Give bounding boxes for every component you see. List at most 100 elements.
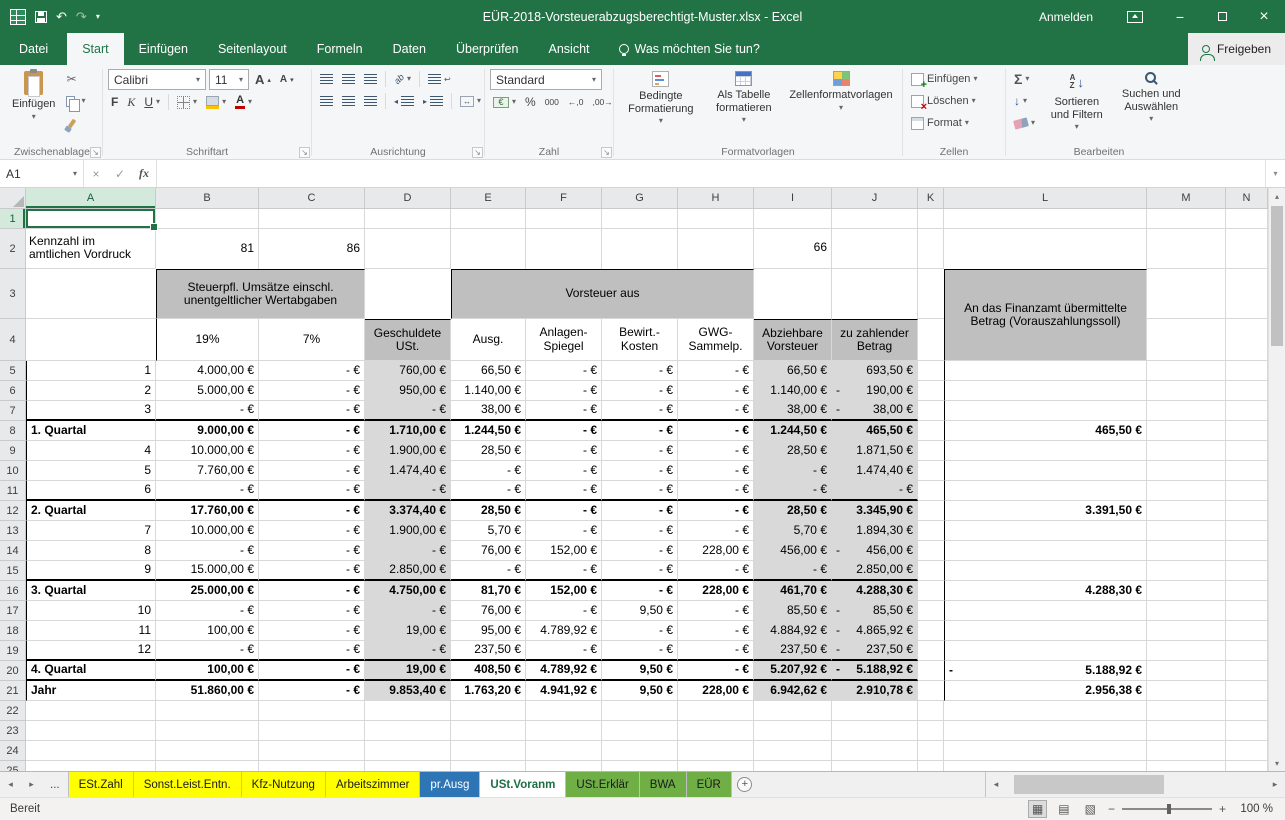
redo-icon[interactable]: ↷	[76, 10, 87, 23]
cell-M6[interactable]	[1147, 381, 1226, 401]
zoom-slider[interactable]	[1122, 808, 1212, 810]
row-header-16[interactable]: 16	[0, 581, 26, 601]
ribbon-tab-daten[interactable]: Daten	[378, 33, 441, 65]
row-header-8[interactable]: 8	[0, 421, 26, 441]
selected-cell-A1[interactable]	[26, 209, 156, 229]
customize-quick-access-icon[interactable]: ▾	[96, 10, 100, 23]
cell-L5[interactable]	[944, 361, 1147, 381]
cell-G12[interactable]: - €	[602, 501, 678, 521]
cell-H18[interactable]: - €	[678, 621, 754, 641]
cell-N2[interactable]	[1226, 229, 1268, 269]
cell-I11[interactable]: - €	[754, 481, 832, 501]
ribbon-tab-überprüfen[interactable]: Überprüfen	[441, 33, 534, 65]
cell-M5[interactable]	[1147, 361, 1226, 381]
cell-E11[interactable]: - €	[451, 481, 526, 501]
cell-B6[interactable]: 5.000,00 €	[156, 381, 259, 401]
row-header-23[interactable]: 23	[0, 721, 26, 741]
row-header-1[interactable]: 1	[0, 209, 26, 229]
cell-H5[interactable]: - €	[678, 361, 754, 381]
row-header-3[interactable]: 3	[0, 269, 26, 319]
cell-K4[interactable]	[918, 319, 944, 361]
column-header-H[interactable]: H	[678, 188, 754, 209]
cell-N22[interactable]	[1226, 701, 1268, 721]
cell-B5[interactable]: 4.000,00 €	[156, 361, 259, 381]
cell-D5[interactable]: 760,00 €	[365, 361, 451, 381]
cell-G20[interactable]: 9,50 €	[602, 661, 678, 681]
cell-D17[interactable]: - €	[365, 601, 451, 621]
insert-function-icon[interactable]: fx	[132, 160, 156, 187]
cell-C23[interactable]	[259, 721, 365, 741]
cell-L18[interactable]	[944, 621, 1147, 641]
row-header-7[interactable]: 7	[0, 401, 26, 421]
column-header-L[interactable]: L	[944, 188, 1147, 209]
cell-N10[interactable]	[1226, 461, 1268, 481]
cell-M10[interactable]	[1147, 461, 1226, 481]
cell-K16[interactable]	[918, 581, 944, 601]
cell-B22[interactable]	[156, 701, 259, 721]
cell-K19[interactable]	[918, 641, 944, 661]
cell-L2[interactable]	[944, 229, 1147, 269]
cell-D19[interactable]: - €	[365, 641, 451, 661]
cell-H20[interactable]: - €	[678, 661, 754, 681]
cell-H6[interactable]: - €	[678, 381, 754, 401]
cell-M19[interactable]	[1147, 641, 1226, 661]
cell-L3[interactable]: An das Finanzamt übermittelte Betrag (Vo…	[944, 269, 1147, 361]
cell-G10[interactable]: - €	[602, 461, 678, 481]
cell-H2[interactable]	[678, 229, 754, 269]
cell-B4[interactable]: 19%	[156, 319, 259, 361]
cell-C14[interactable]: - €	[259, 541, 365, 561]
cell-B25[interactable]	[156, 761, 259, 771]
cell-E7[interactable]: 38,00 €	[451, 401, 526, 421]
cell-K18[interactable]	[918, 621, 944, 641]
cell-J9[interactable]: 1.871,50 €	[832, 441, 918, 461]
cell-E8[interactable]: 1.244,50 €	[451, 421, 526, 441]
cell-N11[interactable]	[1226, 481, 1268, 501]
dialog-launcher-icon[interactable]: ↘	[299, 147, 310, 158]
cell-D10[interactable]: 1.474,40 €	[365, 461, 451, 481]
cell-K22[interactable]	[918, 701, 944, 721]
font-size-select[interactable]: 11▾	[209, 69, 249, 90]
cell-D1[interactable]	[365, 209, 451, 229]
column-header-N[interactable]: N	[1226, 188, 1268, 209]
cell-M9[interactable]	[1147, 441, 1226, 461]
cell-A19[interactable]: 12	[26, 641, 156, 661]
column-header-J[interactable]: J	[832, 188, 918, 209]
row-header-2[interactable]: 2	[0, 229, 26, 269]
cell-C8[interactable]: - €	[259, 421, 365, 441]
cell-F21[interactable]: 4.941,92 €	[526, 681, 602, 701]
sheet-tab-arbeitszimmer[interactable]: Arbeitszimmer	[326, 772, 420, 797]
cell-J21[interactable]: 2.910,78 €	[832, 681, 918, 701]
zoom-slider-thumb[interactable]	[1167, 804, 1171, 814]
cell-H1[interactable]	[678, 209, 754, 229]
cell-K10[interactable]	[918, 461, 944, 481]
cell-B14[interactable]: - €	[156, 541, 259, 561]
cell-I15[interactable]: - €	[754, 561, 832, 581]
number-format-select[interactable]: Standard▾	[490, 69, 602, 90]
cell-J16[interactable]: 4.288,30 €	[832, 581, 918, 601]
cell-G8[interactable]: - €	[602, 421, 678, 441]
cell-J8[interactable]: 465,50 €	[832, 421, 918, 441]
cell-G6[interactable]: - €	[602, 381, 678, 401]
cell-I10[interactable]: - €	[754, 461, 832, 481]
cell-G22[interactable]	[602, 701, 678, 721]
formula-input[interactable]	[156, 160, 1265, 187]
cell-A20[interactable]: 4. Quartal	[26, 661, 156, 681]
column-header-C[interactable]: C	[259, 188, 365, 209]
cell-E16[interactable]: 81,70 €	[451, 581, 526, 601]
cell-J14[interactable]: -456,00 €	[832, 541, 918, 561]
cell-M8[interactable]	[1147, 421, 1226, 441]
cell-A10[interactable]: 5	[26, 461, 156, 481]
cell-K7[interactable]	[918, 401, 944, 421]
cell-M20[interactable]	[1147, 661, 1226, 681]
cell-B7[interactable]: - €	[156, 401, 259, 421]
cell-D22[interactable]	[365, 701, 451, 721]
cell-L14[interactable]	[944, 541, 1147, 561]
cell-K2[interactable]	[918, 229, 944, 269]
row-header-12[interactable]: 12	[0, 501, 26, 521]
cell-E9[interactable]: 28,50 €	[451, 441, 526, 461]
cell-C4[interactable]: 7%	[259, 319, 365, 361]
cell-D3[interactable]	[365, 269, 451, 319]
row-header-22[interactable]: 22	[0, 701, 26, 721]
horizontal-scroll-thumb[interactable]	[1014, 775, 1164, 794]
cell-D15[interactable]: 2.850,00 €	[365, 561, 451, 581]
